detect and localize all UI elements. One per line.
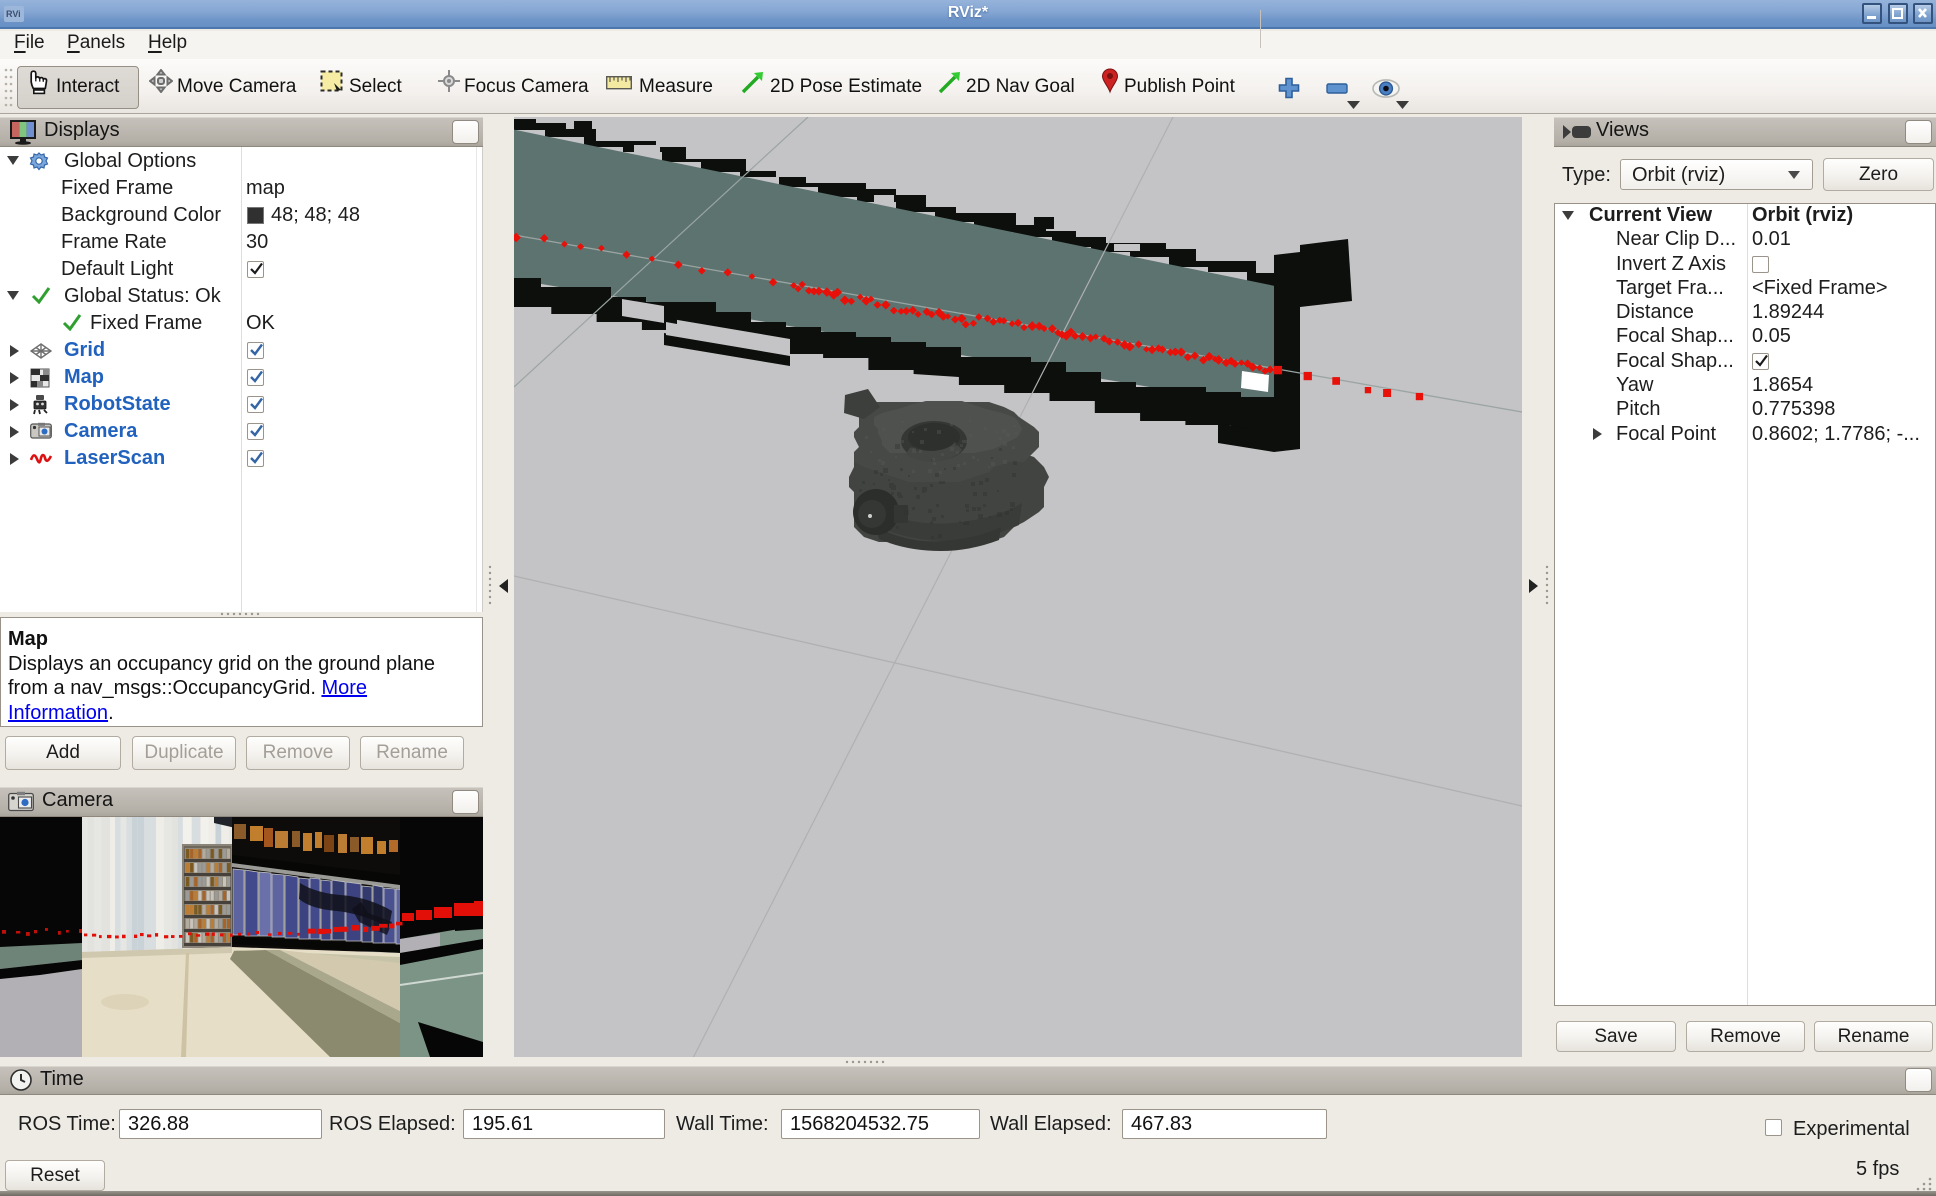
svg-text:RVi: RVi: [6, 9, 21, 19]
